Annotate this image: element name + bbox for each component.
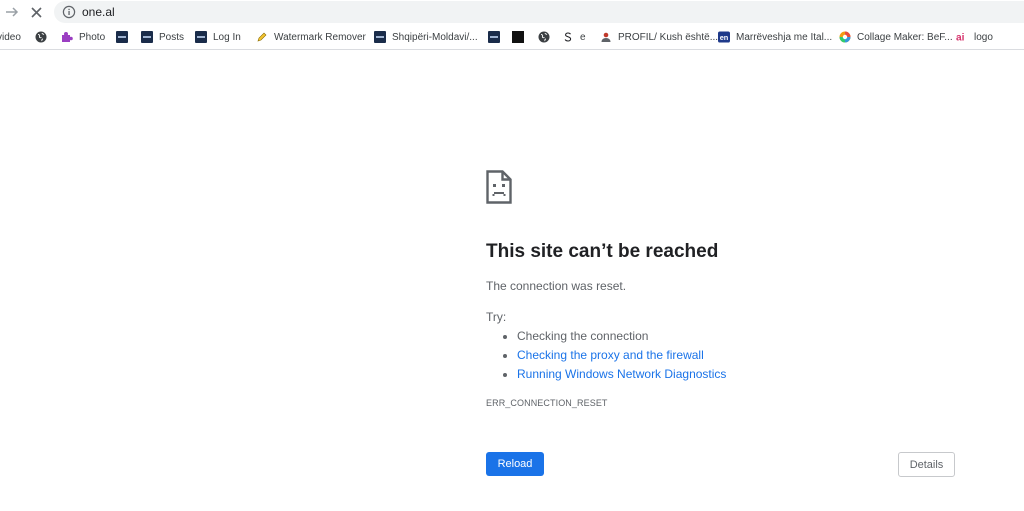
puzzle-icon	[61, 31, 73, 43]
address-bar[interactable]: one.al	[54, 1, 1024, 23]
network-diagnostics-link[interactable]: Running Windows Network Diagnostics	[517, 367, 726, 381]
bookmark-marreveshja[interactable]: en Marrëveshja me Ital...	[718, 29, 832, 45]
bookmark-label: Log In	[213, 31, 241, 43]
bookmark-logo[interactable]: ai logo	[956, 29, 993, 45]
bookmark-label: PROFIL/ Kush është...	[618, 31, 719, 43]
bookmark-label: Watermark Remover	[274, 31, 366, 43]
bookmark-collage-maker[interactable]: Collage Maker: BeF...	[839, 29, 953, 45]
bookmark-photo[interactable]: Photo	[61, 29, 105, 45]
news-icon	[488, 31, 500, 43]
try-label: Try:	[486, 310, 507, 324]
error-title: This site can’t be reached	[486, 241, 719, 262]
person-icon	[600, 31, 612, 43]
bookmark-news-2[interactable]	[488, 29, 506, 45]
forward-icon[interactable]	[3, 3, 21, 21]
error-message: The connection was reset.	[486, 279, 627, 293]
bookmark-s[interactable]: e	[562, 29, 586, 45]
suggestion-item: Running Windows Network Diagnostics	[517, 365, 726, 384]
svg-text:en: en	[720, 33, 729, 42]
news-icon	[116, 31, 128, 43]
news-icon	[374, 31, 386, 43]
error-code: ERR_CONNECTION_RESET	[486, 398, 608, 408]
bookmark-globe-2[interactable]	[538, 29, 556, 45]
suggestion-item: Checking the proxy and the firewall	[517, 346, 726, 365]
globe-icon	[538, 31, 550, 43]
bookmark-shqiperi-moldavi[interactable]: Shqipëri-Moldavi/...	[374, 29, 478, 45]
bookmark-video[interactable]: video	[0, 29, 21, 45]
bookmark-label: e	[580, 31, 586, 43]
svg-text:ai: ai	[956, 33, 965, 43]
bookmark-watermark-remover[interactable]: Watermark Remover	[256, 29, 366, 45]
navigation-bar: one.al	[0, 0, 1024, 24]
stop-loading-icon[interactable]	[27, 3, 45, 21]
details-button[interactable]: Details	[898, 452, 955, 477]
suggestion-list: Checking the connection Checking the pro…	[486, 327, 726, 384]
bookmark-globe[interactable]	[35, 29, 53, 45]
news-icon	[141, 31, 153, 43]
globe-icon	[35, 31, 47, 43]
bookmarks-bar: video Photo Posts Log In Watermark Remov…	[0, 25, 1024, 50]
bookmark-label: Shqipëri-Moldavi/...	[392, 31, 478, 43]
bookmark-label: logo	[974, 31, 993, 43]
bookmark-label: Marrëveshja me Ital...	[736, 31, 833, 43]
bookmark-label: Photo	[79, 31, 106, 43]
bookmark-label: Posts	[159, 31, 185, 43]
sad-page-icon	[486, 170, 512, 204]
ai-icon: ai	[956, 31, 968, 43]
pencil-icon	[256, 31, 268, 43]
proxy-firewall-link[interactable]: Checking the proxy and the firewall	[517, 348, 704, 362]
url-text[interactable]: one.al	[82, 5, 115, 19]
news-icon	[195, 31, 207, 43]
bookmark-posts[interactable]: Posts	[141, 29, 184, 45]
colorwheel-icon	[839, 31, 851, 43]
bookmark-dark[interactable]	[512, 29, 530, 45]
bookmark-news[interactable]	[116, 29, 134, 45]
bookmark-log-in[interactable]: Log In	[195, 29, 241, 45]
suggestion-item: Checking the connection	[517, 327, 726, 346]
info-icon[interactable]	[62, 5, 76, 19]
en-icon: en	[718, 31, 730, 43]
bookmark-label: video	[0, 31, 21, 43]
bookmark-profil[interactable]: PROFIL/ Kush është...	[600, 29, 718, 45]
reload-button[interactable]: Reload	[486, 452, 544, 476]
bookmark-label: Collage Maker: BeF...	[857, 31, 953, 43]
serif-s-icon	[562, 31, 574, 43]
dark-square-icon	[512, 31, 524, 43]
